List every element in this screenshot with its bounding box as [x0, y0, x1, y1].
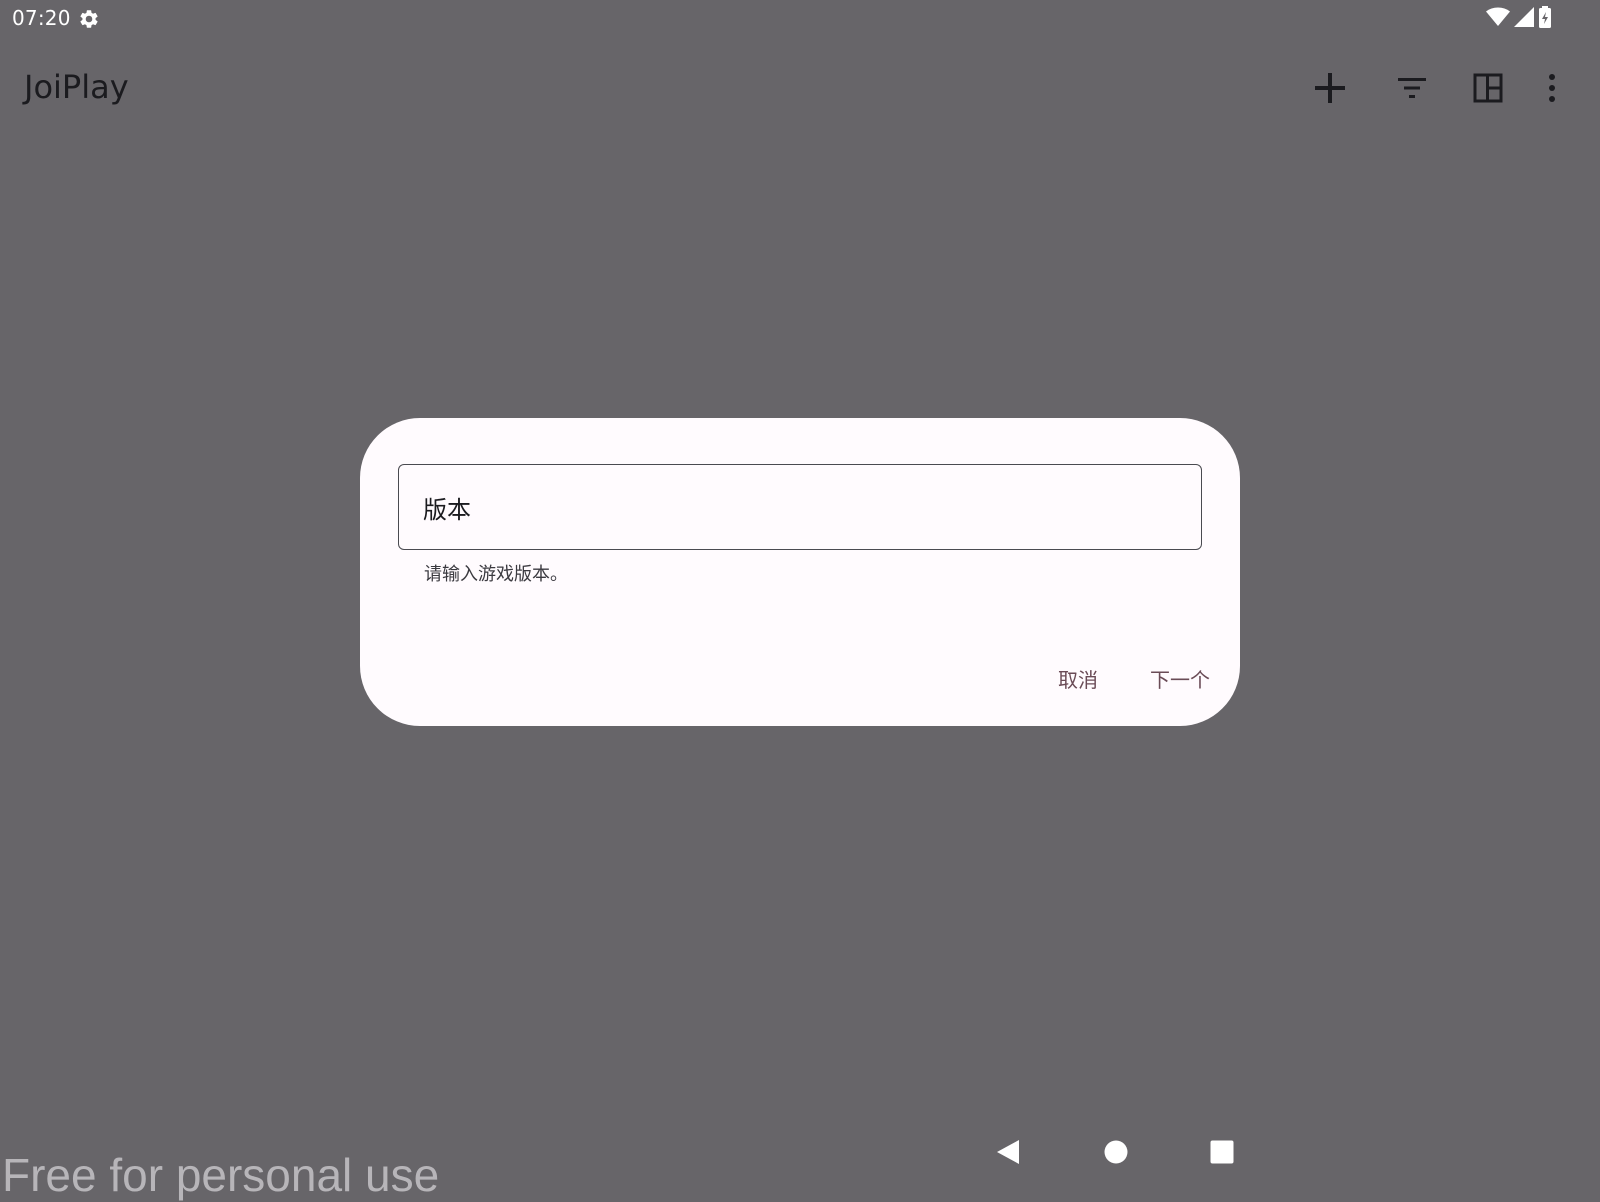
system-status-icons	[1486, 6, 1552, 32]
recents-icon	[1210, 1140, 1234, 1164]
wifi-icon	[1486, 7, 1510, 31]
version-field[interactable]	[398, 464, 1202, 550]
version-input-dialog: 请输入游戏版本。 取消 下一个	[360, 418, 1240, 726]
add-button[interactable]	[1308, 66, 1352, 110]
next-button[interactable]: 下一个	[1150, 664, 1210, 693]
version-input[interactable]	[423, 465, 1163, 549]
back-button[interactable]	[986, 1130, 1030, 1174]
filter-button[interactable]	[1390, 66, 1434, 110]
add-icon	[1315, 73, 1345, 103]
layout-button[interactable]	[1466, 66, 1510, 110]
more-options-button[interactable]	[1530, 66, 1574, 110]
home-icon	[1104, 1140, 1128, 1164]
app-bar: JoiPlay	[0, 40, 1600, 140]
battery-charging-icon	[1538, 6, 1552, 32]
cancel-button[interactable]: 取消	[1058, 664, 1098, 693]
app-title: JoiPlay	[24, 68, 129, 106]
settings-icon	[78, 8, 100, 30]
layout-icon	[1473, 73, 1503, 103]
signal-icon	[1514, 7, 1534, 31]
home-button[interactable]	[1094, 1130, 1138, 1174]
status-bar: 07:20	[0, 0, 1600, 40]
more-vert-icon	[1549, 74, 1555, 102]
recents-button[interactable]	[1200, 1130, 1244, 1174]
dialog-actions: 取消 下一个	[1058, 664, 1210, 693]
watermark-text: Free for personal use	[2, 1149, 440, 1201]
status-time: 07:20	[12, 6, 71, 30]
helper-text: 请输入游戏版本。	[424, 564, 568, 585]
filter-icon	[1398, 78, 1426, 98]
back-icon	[997, 1140, 1019, 1164]
